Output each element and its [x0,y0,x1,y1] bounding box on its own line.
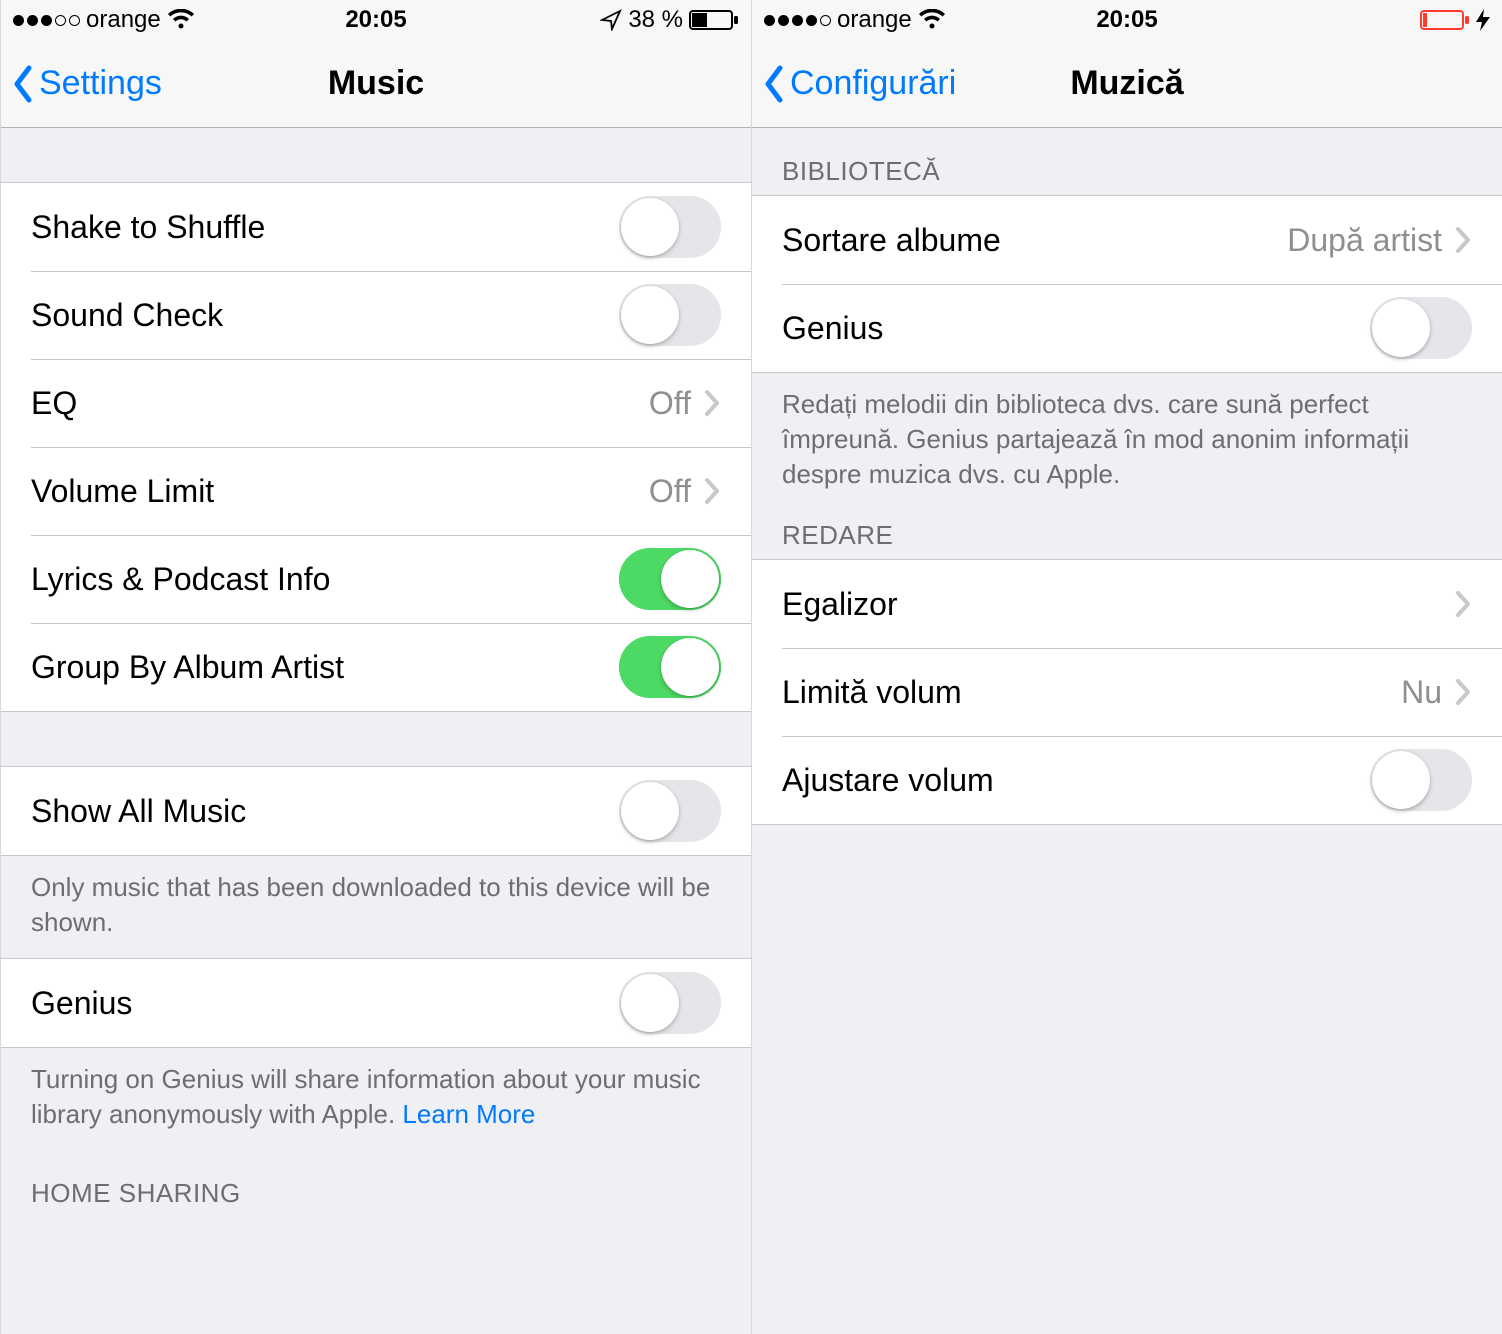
playback-header: REDARE [752,510,1502,559]
status-bar: orange 20:05 38 % [1,0,751,40]
volume-limit-row[interactable]: Limită volum Nu [752,648,1502,736]
carrier-label: orange [86,6,161,34]
row-label: Sortare albume [782,222,1287,259]
lyrics-toggle[interactable] [619,548,721,610]
settings-group-1: Shake to Shuffle Sound Check EQ Off Volu… [1,182,751,712]
clock: 20:05 [345,6,406,34]
volume-adjust-row[interactable]: Ajustare volum [752,736,1502,824]
signal-strength-icon [13,15,80,26]
row-label: Limită volum [782,674,1401,711]
show-all-toggle[interactable] [619,780,721,842]
row-value: Off [649,473,691,510]
location-icon [600,9,622,31]
chevron-right-icon [703,388,721,418]
row-label: EQ [31,385,649,422]
clock: 20:05 [1096,6,1157,34]
row-value: După artist [1287,222,1442,259]
sound-check-toggle[interactable] [619,284,721,346]
volume-limit-row[interactable]: Volume Limit Off [1,447,751,535]
genius-toggle[interactable] [1370,297,1472,359]
wifi-icon [918,9,946,31]
nav-bar: Settings Music [1,40,751,128]
row-label: Egalizor [782,586,1454,623]
status-right [1158,9,1490,31]
back-label: Configurări [790,64,956,103]
back-button[interactable]: Settings [1,64,162,104]
group-by-album-artist-row[interactable]: Group By Album Artist [1,623,751,711]
genius-footer: Redați melodii din biblioteca dvs. care … [752,373,1502,510]
row-label: Lyrics & Podcast Info [31,561,619,598]
content: Shake to Shuffle Sound Check EQ Off Volu… [1,128,751,1334]
playback-group: Egalizor Limită volum Nu Ajustare volum [752,559,1502,825]
left-phone: orange 20:05 38 % Settings Music [0,0,751,1334]
shake-to-shuffle-row[interactable]: Shake to Shuffle [1,183,751,271]
settings-group-2: Show All Music [1,766,751,856]
chevron-right-icon [1454,225,1472,255]
row-value: Nu [1401,674,1442,711]
settings-group-3: Genius [1,958,751,1048]
genius-footer-text: Turning on Genius will share information… [31,1064,701,1129]
show-all-music-row[interactable]: Show All Music [1,767,751,855]
status-left: orange [764,6,1096,34]
row-label: Show All Music [31,793,619,830]
wifi-icon [167,9,195,31]
chevron-left-icon [762,64,786,104]
row-label: Sound Check [31,297,619,334]
home-sharing-header: HOME SHARING [1,1150,751,1217]
status-right: 38 % [407,6,739,34]
group-by-toggle[interactable] [619,636,721,698]
eq-row[interactable]: EQ Off [1,359,751,447]
show-all-footer: Only music that has been downloaded to t… [1,856,751,958]
genius-row[interactable]: Genius [752,284,1502,372]
library-group: Sortare albume După artist Genius [752,195,1502,373]
sort-albums-row[interactable]: Sortare albume După artist [752,196,1502,284]
shake-toggle[interactable] [619,196,721,258]
content: BIBLIOTECĂ Sortare albume După artist Ge… [752,128,1502,1334]
back-button[interactable]: Configurări [752,64,956,104]
carrier-label: orange [837,6,912,34]
chevron-right-icon [703,476,721,506]
eq-row[interactable]: Egalizor [752,560,1502,648]
row-label: Group By Album Artist [31,649,619,686]
library-header: BIBLIOTECĂ [752,128,1502,195]
volume-adjust-toggle[interactable] [1370,749,1472,811]
chevron-right-icon [1454,589,1472,619]
row-label: Genius [782,310,1370,347]
lyrics-podcast-row[interactable]: Lyrics & Podcast Info [1,535,751,623]
battery-icon [689,9,739,31]
row-label: Ajustare volum [782,762,1370,799]
genius-row[interactable]: Genius [1,959,751,1047]
battery-percent: 38 % [628,6,683,34]
row-label: Volume Limit [31,473,649,510]
nav-bar: Configurări Muzică [752,40,1502,128]
row-label: Shake to Shuffle [31,209,619,246]
sound-check-row[interactable]: Sound Check [1,271,751,359]
row-value: Off [649,385,691,422]
signal-strength-icon [764,15,831,26]
row-label: Genius [31,985,619,1022]
chevron-right-icon [1454,677,1472,707]
back-label: Settings [39,64,162,103]
chevron-left-icon [11,64,35,104]
genius-footer: Turning on Genius will share information… [1,1048,751,1150]
genius-toggle[interactable] [619,972,721,1034]
status-bar: orange 20:05 [752,0,1502,40]
right-phone: orange 20:05 Configurări Muzică BIBLIOTE… [751,0,1502,1334]
learn-more-link[interactable]: Learn More [402,1099,535,1129]
status-left: orange [13,6,345,34]
battery-low-icon [1420,9,1470,31]
charging-bolt-icon [1476,9,1490,31]
